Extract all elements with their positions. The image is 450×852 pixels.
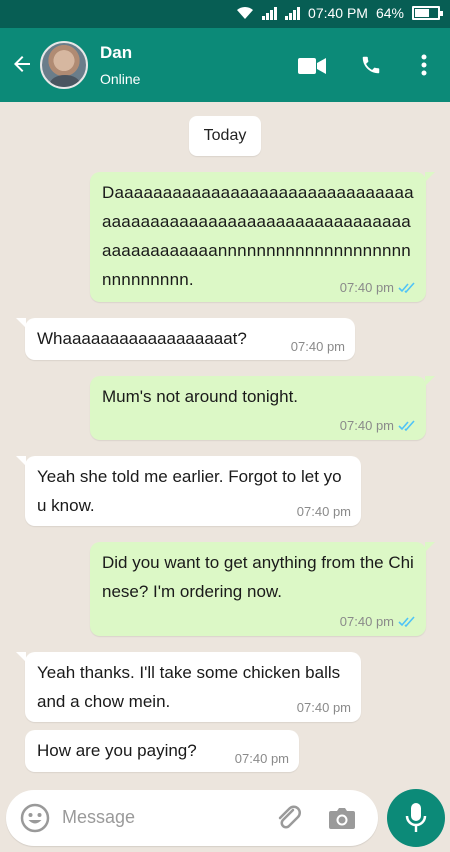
message-input[interactable]: Message: [62, 807, 135, 828]
message-time: 07:40 pm: [339, 280, 394, 295]
message-bubble-outgoing[interactable]: Did you want to get anything from the Ch…: [90, 542, 435, 636]
bubble-tail: [16, 456, 26, 466]
message-meta: 07:40 pm: [235, 751, 289, 767]
bubble-tail: [425, 376, 435, 386]
emoji-icon[interactable]: [20, 803, 50, 833]
bubble-tail: [16, 652, 26, 662]
message-meta: 07:40 pm: [340, 614, 416, 630]
battery-percent: 64%: [375, 5, 404, 21]
status-time: 07:40 PM: [308, 5, 368, 21]
message-meta: 07:40 pm: [291, 339, 345, 355]
wifi-icon: [237, 6, 254, 19]
message-meta: 07:40 pm: [297, 504, 351, 520]
status-bar: 07:40 PM 64%: [0, 0, 450, 28]
message-bubble-incoming[interactable]: Yeah thanks. I'll take some chicken ball…: [16, 652, 361, 722]
read-ticks-icon: [398, 282, 415, 294]
message-meta: 07:40 pm: [297, 700, 351, 716]
attach-icon[interactable]: [274, 803, 304, 833]
bubble-tail: [16, 318, 26, 328]
message-time: 07:40 pm: [234, 751, 289, 766]
message-bubble-incoming[interactable]: How are you paying? 07:40 pm: [25, 730, 299, 772]
message-meta: 07:40 pm: [340, 280, 416, 296]
contact-name[interactable]: Dan: [100, 43, 132, 63]
bubble-tail: [425, 542, 435, 552]
contact-status: Online: [100, 71, 141, 87]
battery-icon: [412, 6, 443, 20]
chat-header: Dan Online: [0, 28, 450, 102]
bubble-tail: [425, 172, 435, 182]
read-ticks-icon: [398, 616, 415, 628]
status-bar-right: 07:40 PM 64%: [236, 5, 443, 21]
message-bubble-incoming[interactable]: Yeah she told me earlier. Forgot to let …: [16, 456, 361, 526]
message-bubble-incoming[interactable]: Whaaaaaaaaaaaaaaaaaat? 07:40 pm: [16, 318, 355, 360]
camera-icon[interactable]: [328, 805, 356, 831]
message-time: 07:40 pm: [296, 700, 351, 715]
chat-area[interactable]: Today Daaaaaaaaaaaaaaaaaaaaaaaaaaaaaaaaa…: [0, 102, 450, 782]
signal-icon: [262, 6, 278, 20]
message-bubble-outgoing[interactable]: Daaaaaaaaaaaaaaaaaaaaaaaaaaaaaaaaaaaaaaa…: [90, 172, 435, 302]
message-time: 07:40 pm: [339, 614, 394, 629]
message-time: 07:40 pm: [296, 504, 351, 519]
message-bubble-outgoing[interactable]: Mum's not around tonight. 07:40 pm: [90, 376, 435, 440]
voice-call-icon[interactable]: [360, 54, 382, 76]
read-ticks-icon: [398, 420, 415, 432]
mic-icon: [405, 803, 427, 832]
message-time: 07:40 pm: [339, 418, 394, 433]
message-time: 07:40 pm: [290, 339, 345, 354]
message-composer[interactable]: Message: [6, 790, 378, 846]
message-text: Mum's not around tonight.: [102, 387, 299, 406]
signal-icon: [285, 6, 301, 20]
date-chip: Today: [189, 116, 261, 156]
avatar[interactable]: [40, 41, 88, 89]
battery-fill: [415, 9, 430, 17]
message-text: Daaaaaaaaaaaaaaaaaaaaaaaaaaaaaaaaaaaaaaa…: [102, 183, 414, 289]
more-options-icon[interactable]: [420, 54, 428, 76]
message-meta: 07:40 pm: [340, 418, 416, 434]
mic-button[interactable]: [387, 789, 445, 847]
video-call-icon[interactable]: [298, 58, 326, 74]
back-arrow-icon[interactable]: [10, 52, 34, 76]
message-text: Did you want to get anything from the Ch…: [102, 553, 414, 601]
